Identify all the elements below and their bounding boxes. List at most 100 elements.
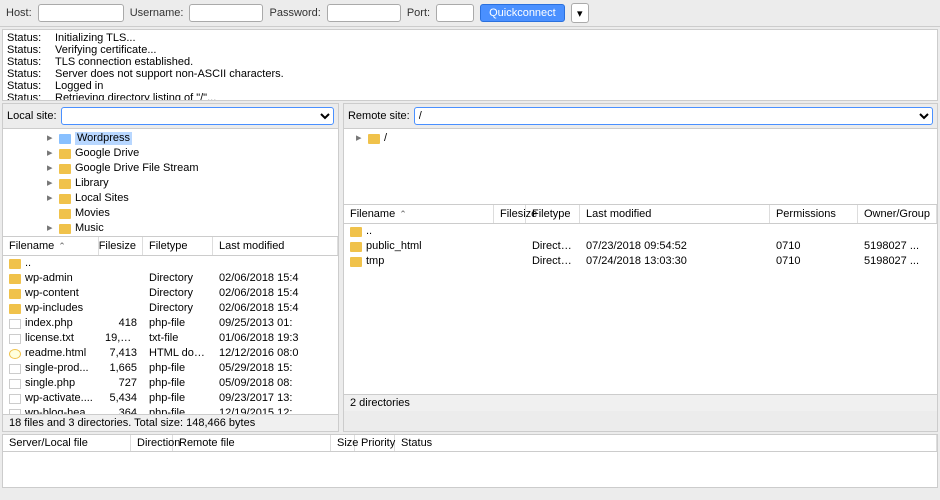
tree-item[interactable]: ▸ Wordpress <box>3 131 338 146</box>
queue-column-direction[interactable]: Direction <box>131 435 173 451</box>
tree-item[interactable]: ▸Google Drive <box>3 146 338 161</box>
file-row[interactable]: wp-adminDirectory02/06/2018 15:4 <box>3 271 338 286</box>
tree-item-label: Local Sites <box>75 192 129 205</box>
tree-item[interactable]: ▸Google Drive File Stream <box>3 161 338 176</box>
file-modified: 09/25/2013 01: <box>213 317 338 330</box>
file-name: public_html <box>366 240 422 253</box>
remote-column-lastmodified[interactable]: Last modified <box>580 205 770 223</box>
quickconnect-dropdown[interactable]: ▾ <box>571 3 589 23</box>
folder-icon <box>9 259 21 269</box>
file-row[interactable]: readme.html7,413HTML docum...12/12/2016 … <box>3 346 338 361</box>
queue-column-remotefile[interactable]: Remote file <box>173 435 331 451</box>
local-directory-tree[interactable]: ▸ Wordpress▸Google Drive▸Google Drive Fil… <box>3 129 338 237</box>
log-message: Initializing TLS... <box>55 32 136 44</box>
log-message: Retrieving directory listing of "/"... <box>55 92 216 101</box>
file-row[interactable]: .. <box>344 224 937 239</box>
file-icon <box>9 409 21 415</box>
file-row[interactable]: wp-blog-hea...364php-file12/19/2015 12: <box>3 406 338 414</box>
message-log[interactable]: Status: Initializing TLS...Status:Verifyi… <box>2 29 938 101</box>
expand-arrow-icon[interactable]: ▸ <box>47 147 55 160</box>
queue-column-serverlocal[interactable]: Server/Local file <box>3 435 131 451</box>
file-type: php-file <box>143 362 213 375</box>
file-modified: 02/06/2018 15:4 <box>213 272 338 285</box>
file-size <box>99 257 143 270</box>
local-file-header: Filename ⌃ Filesize Filetype Last modifi… <box>3 237 338 256</box>
port-input[interactable] <box>436 4 474 22</box>
log-label: Status: <box>7 68 47 80</box>
file-name: .. <box>366 225 372 238</box>
folder-icon <box>9 304 21 314</box>
expand-arrow-icon[interactable]: ▸ <box>47 162 55 175</box>
remote-status-bar: 2 directories <box>344 394 937 411</box>
file-row[interactable]: single-prod...1,665php-file05/29/2018 15… <box>3 361 338 376</box>
log-label: Status: <box>7 92 47 101</box>
username-label: Username: <box>130 7 184 19</box>
local-site-path-select[interactable] <box>61 107 334 125</box>
queue-column-status[interactable]: Status <box>395 435 937 451</box>
expand-arrow-icon[interactable]: ▸ <box>47 132 55 145</box>
file-row[interactable]: tmpDirectory07/24/2018 13:03:30071051980… <box>344 254 937 269</box>
sort-ascending-icon: ⌃ <box>58 241 66 252</box>
local-column-lastmodified[interactable]: Last modified <box>213 237 338 255</box>
file-type: php-file <box>143 392 213 405</box>
folder-icon <box>59 134 71 144</box>
remote-column-permissions[interactable]: Permissions <box>770 205 858 223</box>
file-permissions: 0710 <box>770 240 858 253</box>
file-name: wp-includes <box>25 302 83 315</box>
file-modified: 05/09/2018 08: <box>213 377 338 390</box>
file-size: 418 <box>99 317 143 330</box>
folder-icon <box>59 149 71 159</box>
file-row[interactable]: wp-includesDirectory02/06/2018 15:4 <box>3 301 338 316</box>
file-row[interactable]: license.txt19,935txt-file01/06/2018 19:3 <box>3 331 338 346</box>
expand-arrow-icon[interactable]: ▸ <box>47 177 55 190</box>
tree-item-label: Wordpress <box>75 132 132 145</box>
remote-site-path-select[interactable]: / <box>414 107 933 125</box>
log-row: Status: Retrieving directory listing of "… <box>7 92 933 101</box>
file-size: 364 <box>99 407 143 414</box>
file-type: Directory <box>143 302 213 315</box>
folder-icon <box>350 242 362 252</box>
file-type: Directory <box>143 287 213 300</box>
tree-item[interactable]: ▸Music <box>3 221 338 236</box>
queue-column-size[interactable]: Size <box>331 435 355 451</box>
tree-item[interactable]: ▸Library <box>3 176 338 191</box>
expand-arrow-icon[interactable]: ▸ <box>47 192 55 205</box>
file-row[interactable]: single.php727php-file05/09/2018 08: <box>3 376 338 391</box>
host-input[interactable] <box>38 4 124 22</box>
log-label: Status: <box>7 32 47 44</box>
folder-icon <box>9 274 21 284</box>
remote-directory-tree[interactable]: ▸/ <box>344 129 937 205</box>
local-file-list[interactable]: ..wp-adminDirectory02/06/2018 15:4wp-con… <box>3 256 338 414</box>
remote-column-filetype[interactable]: Filetype <box>526 205 580 223</box>
file-modified: 12/12/2016 08:0 <box>213 347 338 360</box>
file-row[interactable]: wp-activate....5,434php-file09/23/2017 1… <box>3 391 338 406</box>
remote-column-filename[interactable]: Filename ⌃ <box>344 205 494 223</box>
log-row: Status:Verifying certificate... <box>7 44 933 56</box>
remote-file-list[interactable]: ..public_htmlDirectory07/23/2018 09:54:5… <box>344 224 937 394</box>
queue-column-priority[interactable]: Priority <box>355 435 395 451</box>
host-label: Host: <box>6 7 32 19</box>
file-owner: 5198027 ... <box>858 240 937 253</box>
expand-arrow-icon[interactable]: ▸ <box>356 132 364 145</box>
folder-icon <box>59 224 71 234</box>
file-row[interactable]: .. <box>3 256 338 271</box>
remote-column-filesize[interactable]: Filesize <box>494 205 526 223</box>
file-modified: 01/06/2018 19:3 <box>213 332 338 345</box>
local-column-filesize[interactable]: Filesize <box>99 237 143 255</box>
password-input[interactable] <box>327 4 401 22</box>
file-type: txt-file <box>143 332 213 345</box>
tree-item[interactable]: ▸/ <box>344 131 937 146</box>
log-message: Logged in <box>55 80 103 92</box>
tree-item[interactable]: Movies <box>3 206 338 221</box>
file-row[interactable]: index.php418php-file09/25/2013 01: <box>3 316 338 331</box>
tree-item[interactable]: ▸ Local Sites <box>3 191 338 206</box>
local-column-filetype[interactable]: Filetype <box>143 237 213 255</box>
username-input[interactable] <box>189 4 263 22</box>
log-row: Status:Server does not support non-ASCII… <box>7 68 933 80</box>
expand-arrow-icon[interactable]: ▸ <box>47 222 55 235</box>
quickconnect-button[interactable]: Quickconnect <box>480 4 565 22</box>
file-row[interactable]: wp-contentDirectory02/06/2018 15:4 <box>3 286 338 301</box>
file-row[interactable]: public_htmlDirectory07/23/2018 09:54:520… <box>344 239 937 254</box>
remote-column-ownergroup[interactable]: Owner/Group <box>858 205 937 223</box>
local-column-filename[interactable]: Filename ⌃ <box>3 237 99 255</box>
